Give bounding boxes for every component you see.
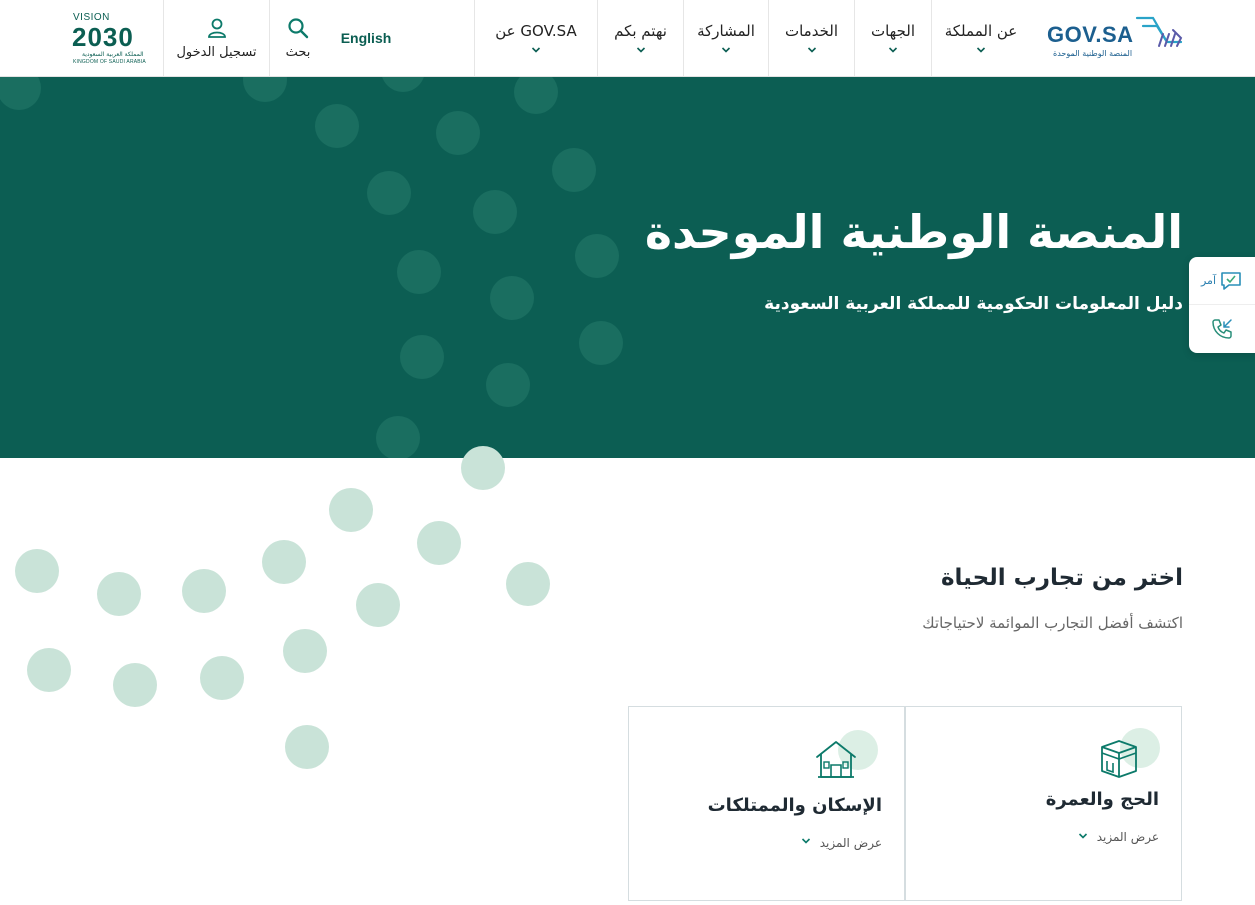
nav-we-care[interactable]: نهتم بكم <box>597 0 683 76</box>
kaaba-icon <box>1101 740 1137 778</box>
nav-label: المشاركة <box>697 22 755 40</box>
vision-en: KINGDOM OF SAUDI ARABIA <box>73 59 146 65</box>
card-show-more[interactable]: عرض المزيد <box>820 836 882 850</box>
life-card-hajj-umrah[interactable]: الحج والعمرة عرض المزيد <box>905 706 1182 901</box>
chat-icon <box>1221 271 1241 290</box>
chevron-down-icon <box>801 838 811 844</box>
floating-help-widget: آمر <box>1189 257 1255 353</box>
login-label: تسجيل الدخول <box>176 44 257 60</box>
govsa-logo[interactable]: GOV.SA المنصة الوطنية الموحدة <box>1035 0 1255 76</box>
hero-banner: المنصة الوطنية الموحدة دليل المعلومات ال… <box>0 77 1255 458</box>
search-button[interactable]: بحث <box>269 0 326 76</box>
search-icon <box>288 17 309 38</box>
user-icon <box>207 18 226 38</box>
hero-subtitle: دليل المعلومات الحكومية للمملكة العربية … <box>764 294 1183 314</box>
life-card-housing-property[interactable]: الإسكان والممتلكات عرض المزيد <box>628 706 905 901</box>
life-experiences-title: اختر من تجارب الحياة <box>940 565 1183 591</box>
hero-title: المنصة الوطنية الموحدة <box>644 205 1183 259</box>
life-experiences-subtitle: اكتشف أفضل التجارب الموائمة لاحتياجاتك <box>922 614 1183 632</box>
login-button[interactable]: تسجيل الدخول <box>163 0 269 76</box>
phone-icon <box>1212 319 1232 339</box>
card-title: الإسكان والممتلكات <box>707 795 882 816</box>
search-label: بحث <box>285 44 311 60</box>
chevron-down-icon <box>636 45 646 55</box>
nav-label: الخدمات <box>784 22 839 40</box>
card-show-more[interactable]: عرض المزيد <box>1097 830 1159 844</box>
card-title: الحج والعمرة <box>1045 789 1159 810</box>
nav-label: نهتم بكم <box>614 22 667 40</box>
nav-label: عن GOV.SA <box>495 22 577 40</box>
house-icon <box>816 741 856 778</box>
site-header: GOV.SA المنصة الوطنية الموحدة عن المملكة… <box>0 0 1255 77</box>
govsa-logo-icon <box>1135 16 1183 47</box>
nav-agencies[interactable]: الجهات <box>854 0 931 76</box>
nav-label: عن المملكة <box>944 22 1018 40</box>
chevron-down-icon <box>1078 833 1088 839</box>
nav-services[interactable]: الخدمات <box>768 0 854 76</box>
nav-participation[interactable]: المشاركة <box>683 0 768 76</box>
chevron-down-icon <box>531 45 541 55</box>
chevron-down-icon <box>976 45 986 55</box>
vision-2030-logo[interactable]: VISION 2030 المملكة العربية السعودية KIN… <box>68 10 152 68</box>
vision-year: 2030 <box>72 22 134 52</box>
call-button[interactable] <box>1189 305 1255 353</box>
language-switch-button[interactable]: English <box>326 0 406 76</box>
chat-label: آمر <box>1200 274 1217 287</box>
chevron-down-icon <box>888 45 898 55</box>
logo-word: GOV.SA <box>1047 22 1134 47</box>
nav-about-govsa[interactable]: عن GOV.SA <box>474 0 597 76</box>
logo-subtitle: المنصة الوطنية الموحدة <box>1053 49 1133 58</box>
vision-ar: المملكة العربية السعودية <box>82 51 144 58</box>
nav-about-kingdom[interactable]: عن المملكة <box>931 0 1030 76</box>
chevron-down-icon <box>721 45 731 55</box>
chat-button[interactable]: آمر <box>1189 257 1255 305</box>
nav-label: الجهات <box>870 22 916 40</box>
chevron-down-icon <box>807 45 817 55</box>
